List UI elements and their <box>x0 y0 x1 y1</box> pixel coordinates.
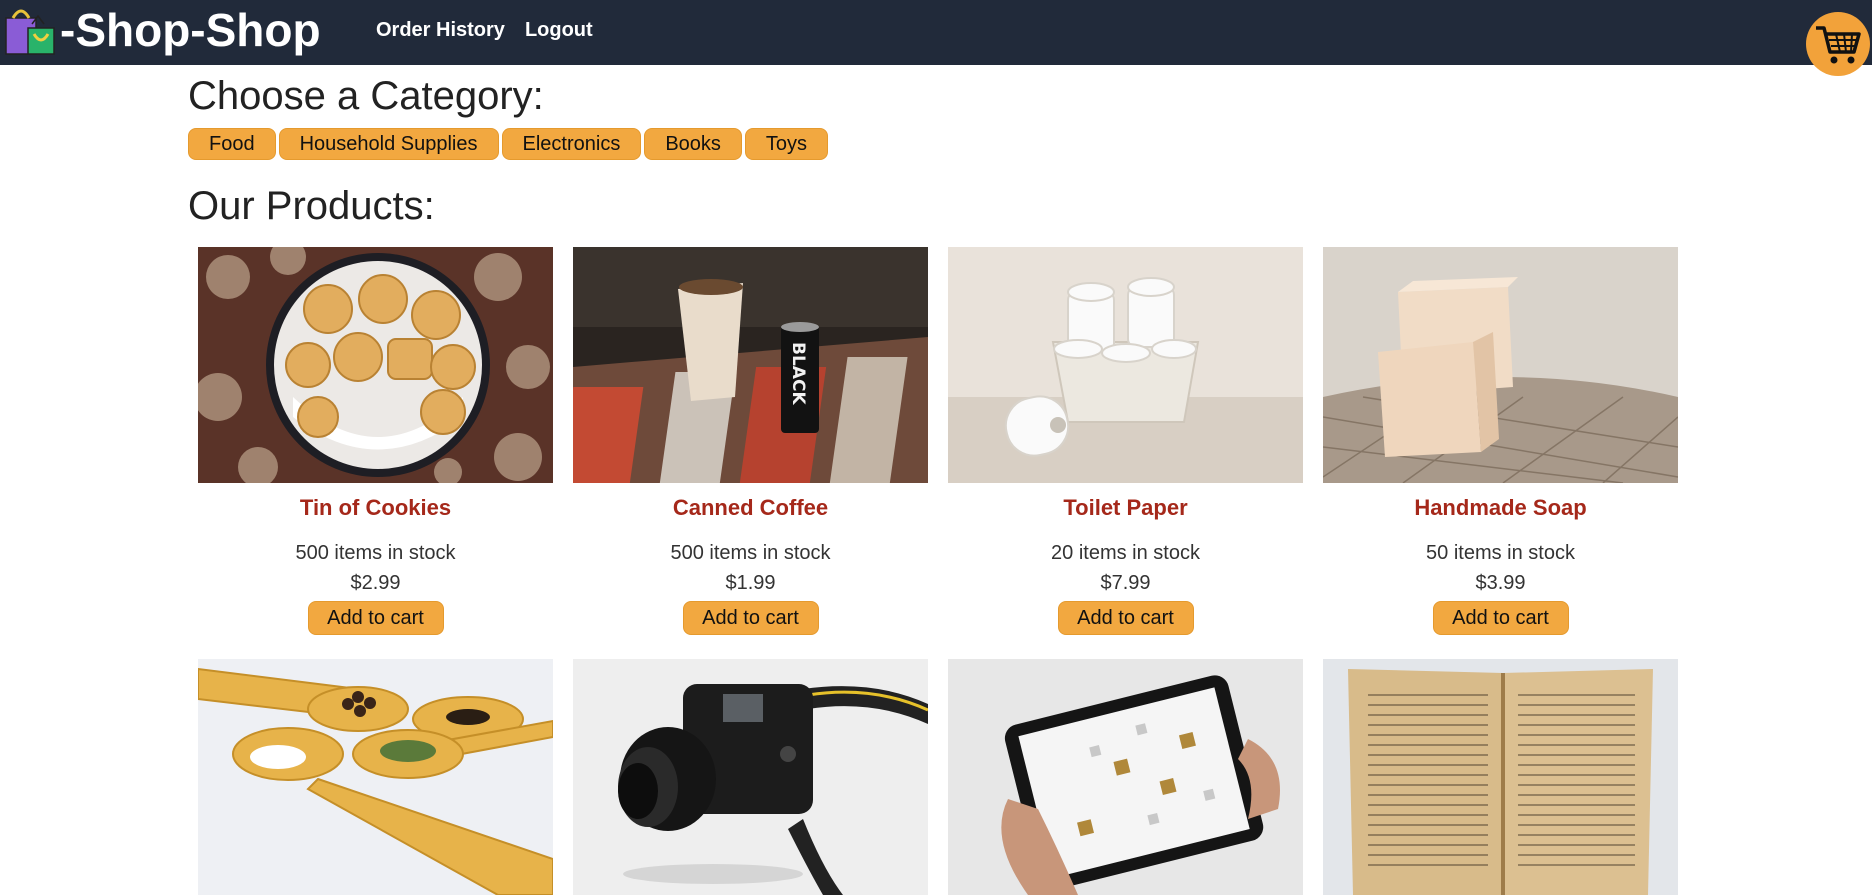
product-card: BLACK Canned Coffee 500 items in stock $… <box>573 247 928 635</box>
product-price: $3.99 <box>1475 572 1526 594</box>
spices-on-spoons-photo[interactable] <box>198 659 553 895</box>
product-name[interactable]: Canned Coffee <box>573 495 928 521</box>
category-electronics-button[interactable]: Electronics <box>501 128 642 160</box>
brand-title: -Shop-Shop <box>60 4 321 56</box>
toilet-paper-photo[interactable] <box>948 247 1303 483</box>
add-to-cart-button[interactable]: Add to cart <box>307 601 444 635</box>
product-card <box>573 659 928 895</box>
add-to-cart-button[interactable]: Add to cart <box>1057 601 1194 635</box>
nav-logout[interactable]: Logout <box>525 18 593 42</box>
product-stock: 500 items in stock <box>295 542 456 564</box>
product-price: $1.99 <box>725 572 776 594</box>
shopping-bags-icon <box>5 9 55 55</box>
category-books-button[interactable]: Books <box>644 128 742 160</box>
soap-photo[interactable] <box>1323 247 1678 483</box>
product-card <box>948 659 1303 895</box>
svg-text:BLACK: BLACK <box>788 342 808 405</box>
tablet-photo[interactable] <box>948 659 1303 895</box>
nav-order-history[interactable]: Order History <box>376 18 505 42</box>
camera-photo[interactable] <box>573 659 928 895</box>
product-name[interactable]: Toilet Paper <box>948 495 1303 521</box>
top-navbar: -Shop-Shop Order History Logout <box>0 0 1872 65</box>
product-card: Toilet Paper 20 items in stock $7.99 Add… <box>948 247 1303 635</box>
category-food-button[interactable]: Food <box>188 128 276 160</box>
product-card <box>1323 659 1678 895</box>
add-to-cart-button[interactable]: Add to cart <box>682 601 819 635</box>
category-household-supplies-button[interactable]: Household Supplies <box>278 128 499 160</box>
product-stock: 500 items in stock <box>670 542 831 564</box>
product-stock: 20 items in stock <box>1051 542 1200 564</box>
cart-button[interactable] <box>1806 12 1870 76</box>
category-heading: Choose a Category: <box>188 74 544 118</box>
add-to-cart-button[interactable]: Add to cart <box>1432 601 1569 635</box>
main-nav: Order History Logout <box>376 18 593 42</box>
products-heading: Our Products: <box>188 184 435 228</box>
shopping-cart-icon <box>1816 26 1861 64</box>
product-price: $2.99 <box>350 572 401 594</box>
open-book-photo[interactable] <box>1323 659 1678 895</box>
product-name[interactable]: Handmade Soap <box>1323 495 1678 521</box>
brand-link[interactable]: -Shop-Shop <box>4 4 321 56</box>
category-toys-button[interactable]: Toys <box>744 128 829 160</box>
cookies-tin-photo[interactable] <box>198 247 553 483</box>
product-card <box>198 659 553 895</box>
product-card: Handmade Soap 50 items in stock $3.99 Ad… <box>1323 247 1678 635</box>
product-name[interactable]: Tin of Cookies <box>198 495 553 521</box>
product-card: Tin of Cookies 500 items in stock $2.99 … <box>198 247 553 635</box>
category-list: Food Household Supplies Electronics Book… <box>188 128 829 160</box>
product-stock: 50 items in stock <box>1426 542 1575 564</box>
canned-coffee-photo[interactable]: BLACK <box>573 247 928 483</box>
product-price: $7.99 <box>1100 572 1151 594</box>
